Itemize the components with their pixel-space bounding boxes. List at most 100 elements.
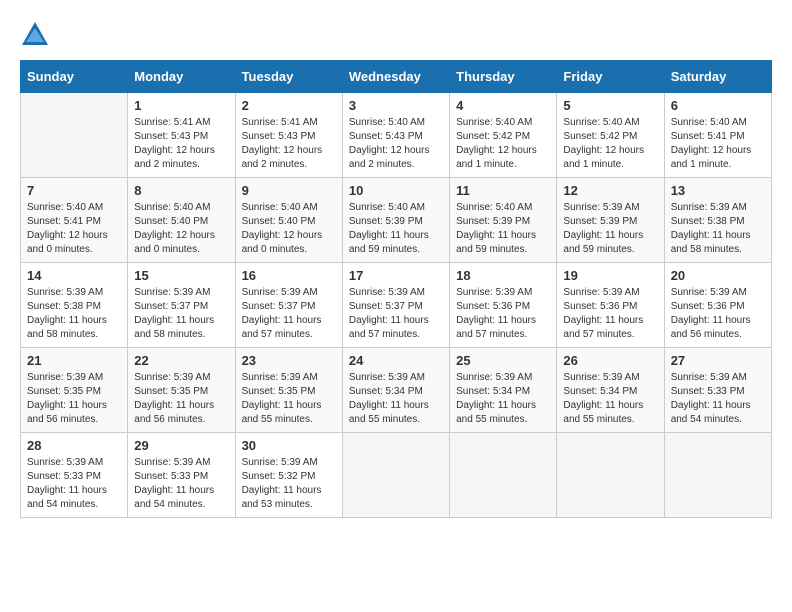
day-number: 6 [671,98,765,113]
day-info: Sunrise: 5:39 AM Sunset: 5:39 PM Dayligh… [563,201,657,257]
calendar-cell: 4Sunrise: 5:40 AM Sunset: 5:42 PM Daylig… [450,93,557,178]
day-number: 17 [349,268,443,283]
day-number: 28 [27,438,121,453]
calendar-cell: 27 Sunrise: 5:39 AM Sunset: 5:33 PM Dayli… [664,348,771,433]
calendar-cell: 11 Sunrise: 5:40 AM Sunset: 5:39 PM Dayli… [450,178,557,263]
day-number: 15 [134,268,228,283]
logo-icon [20,20,50,50]
day-info: Sunrise: 5:40 AM Sunset: 5:40 PM Dayligh… [242,201,336,257]
calendar-cell: 17 Sunrise: 5:39 AM Sunset: 5:37 PM Dayli… [342,263,449,348]
calendar-cell: 14 Sunrise: 5:39 AM Sunset: 5:38 PM Dayli… [21,263,128,348]
calendar-cell: 7 Sunrise: 5:40 AM Sunset: 5:41 PM Daylig… [21,178,128,263]
day-number: 4 [456,98,550,113]
day-number: 23 [242,353,336,368]
calendar-cell: 10 Sunrise: 5:40 AM Sunset: 5:39 PM Dayli… [342,178,449,263]
calendar-cell [664,433,771,518]
day-number: 3 [349,98,443,113]
calendar-cell: 12Sunrise: 5:39 AM Sunset: 5:39 PM Dayli… [557,178,664,263]
calendar-cell: 19 Sunrise: 5:39 AM Sunset: 5:36 PM Dayli… [557,263,664,348]
day-number: 9 [242,183,336,198]
header-day-sunday: Sunday [21,61,128,93]
day-number: 29 [134,438,228,453]
day-info: Sunrise: 5:39 AM Sunset: 5:34 PM Dayligh… [456,371,550,427]
day-number: 10 [349,183,443,198]
calendar-cell: 22Sunrise: 5:39 AM Sunset: 5:35 PM Dayli… [128,348,235,433]
day-number: 30 [242,438,336,453]
day-number: 24 [349,353,443,368]
day-number: 14 [27,268,121,283]
day-number: 5 [563,98,657,113]
calendar-cell: 15Sunrise: 5:39 AM Sunset: 5:37 PM Dayli… [128,263,235,348]
day-info: Sunrise: 5:40 AM Sunset: 5:41 PM Dayligh… [27,201,121,257]
calendar-cell: 1 Sunrise: 5:41 AM Sunset: 5:43 PM Daylig… [128,93,235,178]
calendar-header-row: SundayMondayTuesdayWednesdayThursdayFrid… [21,61,772,93]
header-day-saturday: Saturday [664,61,771,93]
calendar-table: SundayMondayTuesdayWednesdayThursdayFrid… [20,60,772,518]
day-info: Sunrise: 5:39 AM Sunset: 5:36 PM Dayligh… [563,286,657,342]
day-number: 11 [456,183,550,198]
calendar-cell: 23 Sunrise: 5:39 AM Sunset: 5:35 PM Dayli… [235,348,342,433]
day-info: Sunrise: 5:40 AM Sunset: 5:39 PM Dayligh… [456,201,550,257]
day-number: 22 [134,353,228,368]
calendar-cell [557,433,664,518]
page-header [20,20,772,50]
day-number: 18 [456,268,550,283]
calendar-cell: 3 Sunrise: 5:40 AM Sunset: 5:43 PM Daylig… [342,93,449,178]
day-info: Sunrise: 5:40 AM Sunset: 5:41 PM Dayligh… [671,116,765,172]
day-number: 1 [134,98,228,113]
day-info: Sunrise: 5:39 AM Sunset: 5:33 PM Dayligh… [27,456,121,512]
header-day-monday: Monday [128,61,235,93]
day-number: 21 [27,353,121,368]
day-number: 26 [563,353,657,368]
calendar-cell [21,93,128,178]
day-number: 25 [456,353,550,368]
calendar-cell [342,433,449,518]
day-info: Sunrise: 5:41 AM Sunset: 5:43 PM Dayligh… [242,116,336,172]
day-info: Sunrise: 5:39 AM Sunset: 5:32 PM Dayligh… [242,456,336,512]
header-day-wednesday: Wednesday [342,61,449,93]
day-number: 19 [563,268,657,283]
calendar-cell: 20 Sunrise: 5:39 AM Sunset: 5:36 PM Dayli… [664,263,771,348]
day-number: 16 [242,268,336,283]
calendar-cell: 28 Sunrise: 5:39 AM Sunset: 5:33 PM Dayli… [21,433,128,518]
day-info: Sunrise: 5:39 AM Sunset: 5:38 PM Dayligh… [671,201,765,257]
day-info: Sunrise: 5:40 AM Sunset: 5:43 PM Dayligh… [349,116,443,172]
day-info: Sunrise: 5:39 AM Sunset: 5:37 PM Dayligh… [349,286,443,342]
day-number: 2 [242,98,336,113]
calendar-cell: 5 Sunrise: 5:40 AM Sunset: 5:42 PM Daylig… [557,93,664,178]
calendar-week-5: 28 Sunrise: 5:39 AM Sunset: 5:33 PM Dayli… [21,433,772,518]
calendar-cell: 21 Sunrise: 5:39 AM Sunset: 5:35 PM Dayli… [21,348,128,433]
calendar-cell: 13Sunrise: 5:39 AM Sunset: 5:38 PM Dayli… [664,178,771,263]
day-info: Sunrise: 5:39 AM Sunset: 5:34 PM Dayligh… [563,371,657,427]
calendar-cell: 16Sunrise: 5:39 AM Sunset: 5:37 PM Dayli… [235,263,342,348]
calendar-cell [450,433,557,518]
calendar-cell: 25 Sunrise: 5:39 AM Sunset: 5:34 PM Dayli… [450,348,557,433]
calendar-cell: 29Sunrise: 5:39 AM Sunset: 5:33 PM Dayli… [128,433,235,518]
calendar-cell: 24 Sunrise: 5:39 AM Sunset: 5:34 PM Dayli… [342,348,449,433]
calendar-cell: 8Sunrise: 5:40 AM Sunset: 5:40 PM Daylig… [128,178,235,263]
day-info: Sunrise: 5:39 AM Sunset: 5:38 PM Dayligh… [27,286,121,342]
day-info: Sunrise: 5:40 AM Sunset: 5:42 PM Dayligh… [563,116,657,172]
calendar-cell: 6 Sunrise: 5:40 AM Sunset: 5:41 PM Daylig… [664,93,771,178]
day-info: Sunrise: 5:39 AM Sunset: 5:33 PM Dayligh… [671,371,765,427]
day-number: 20 [671,268,765,283]
day-info: Sunrise: 5:39 AM Sunset: 5:35 PM Dayligh… [242,371,336,427]
day-info: Sunrise: 5:41 AM Sunset: 5:43 PM Dayligh… [134,116,228,172]
calendar-cell: 30 Sunrise: 5:39 AM Sunset: 5:32 PM Dayli… [235,433,342,518]
day-number: 7 [27,183,121,198]
day-info: Sunrise: 5:40 AM Sunset: 5:40 PM Dayligh… [134,201,228,257]
day-info: Sunrise: 5:39 AM Sunset: 5:36 PM Dayligh… [671,286,765,342]
header-day-tuesday: Tuesday [235,61,342,93]
calendar-week-1: 1 Sunrise: 5:41 AM Sunset: 5:43 PM Daylig… [21,93,772,178]
calendar-cell: 2 Sunrise: 5:41 AM Sunset: 5:43 PM Daylig… [235,93,342,178]
calendar-cell: 9 Sunrise: 5:40 AM Sunset: 5:40 PM Daylig… [235,178,342,263]
calendar-week-3: 14 Sunrise: 5:39 AM Sunset: 5:38 PM Dayli… [21,263,772,348]
day-info: Sunrise: 5:39 AM Sunset: 5:34 PM Dayligh… [349,371,443,427]
day-info: Sunrise: 5:39 AM Sunset: 5:35 PM Dayligh… [27,371,121,427]
day-info: Sunrise: 5:40 AM Sunset: 5:39 PM Dayligh… [349,201,443,257]
calendar-cell: 18Sunrise: 5:39 AM Sunset: 5:36 PM Dayli… [450,263,557,348]
calendar-cell: 26 Sunrise: 5:39 AM Sunset: 5:34 PM Dayli… [557,348,664,433]
calendar-week-4: 21 Sunrise: 5:39 AM Sunset: 5:35 PM Dayli… [21,348,772,433]
day-number: 27 [671,353,765,368]
header-day-thursday: Thursday [450,61,557,93]
